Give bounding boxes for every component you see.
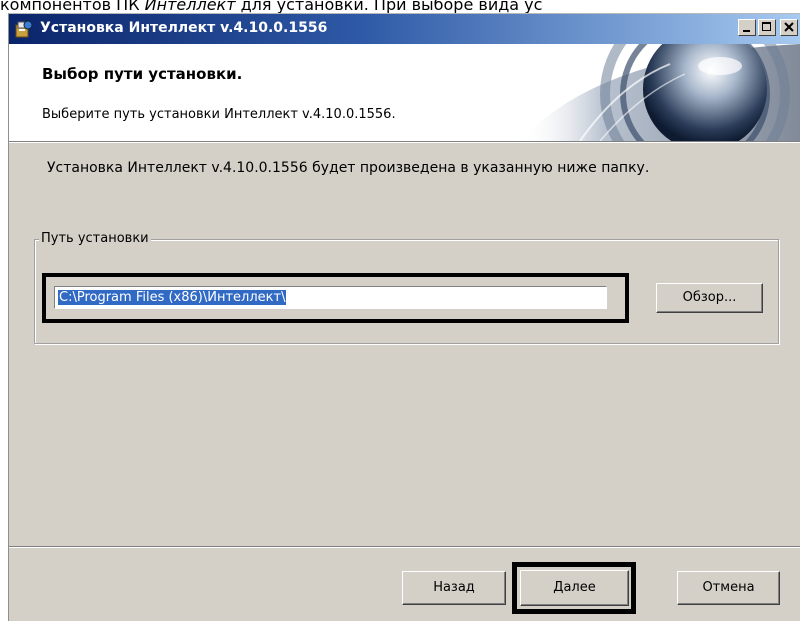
install-path-value: C:\Program Files (x86)\Интеллект\: [58, 290, 287, 305]
footer-divider: [9, 546, 800, 548]
document-text-italic: Интеллект: [144, 0, 236, 14]
install-path-group-label: Путь установки: [39, 231, 151, 246]
browse-button[interactable]: Обзор...: [656, 283, 763, 313]
next-button[interactable]: Далее: [520, 570, 629, 606]
close-icon: [784, 22, 794, 32]
document-text-suffix: для установки. При выборе вида ус: [235, 0, 543, 14]
maximize-icon: [762, 22, 771, 31]
window-title: Установка Интеллект v.4.10.0.1556: [40, 20, 328, 36]
header-divider: [9, 141, 800, 143]
minimize-button[interactable]: [738, 19, 756, 36]
document-text-prefix: компонентов ПК: [0, 0, 145, 14]
title-bar[interactable]: Установка Интеллект v.4.10.0.1556: [9, 14, 800, 44]
window-controls: [738, 19, 798, 36]
install-path-field[interactable]: C:\Program Files (x86)\Интеллект\: [54, 286, 607, 309]
page-title: Выбор пути установки.: [42, 65, 243, 83]
cancel-button[interactable]: Отмена: [677, 571, 780, 605]
banner-graphic: [520, 44, 800, 141]
minimize-icon: [743, 30, 750, 32]
installer-icon: [14, 19, 34, 39]
install-description: Установка Интеллект v.4.10.0.1556 будет …: [47, 160, 650, 176]
close-button[interactable]: [780, 19, 798, 36]
maximize-button[interactable]: [758, 19, 776, 36]
wizard-header: Выбор пути установки. Выберите путь уста…: [9, 44, 800, 141]
page-subtitle: Выберите путь установки Интеллект v.4.10…: [42, 107, 396, 122]
installer-window: Установка Интеллект v.4.10.0.1556 Выбор …: [8, 13, 800, 621]
back-button[interactable]: Назад: [402, 571, 506, 605]
